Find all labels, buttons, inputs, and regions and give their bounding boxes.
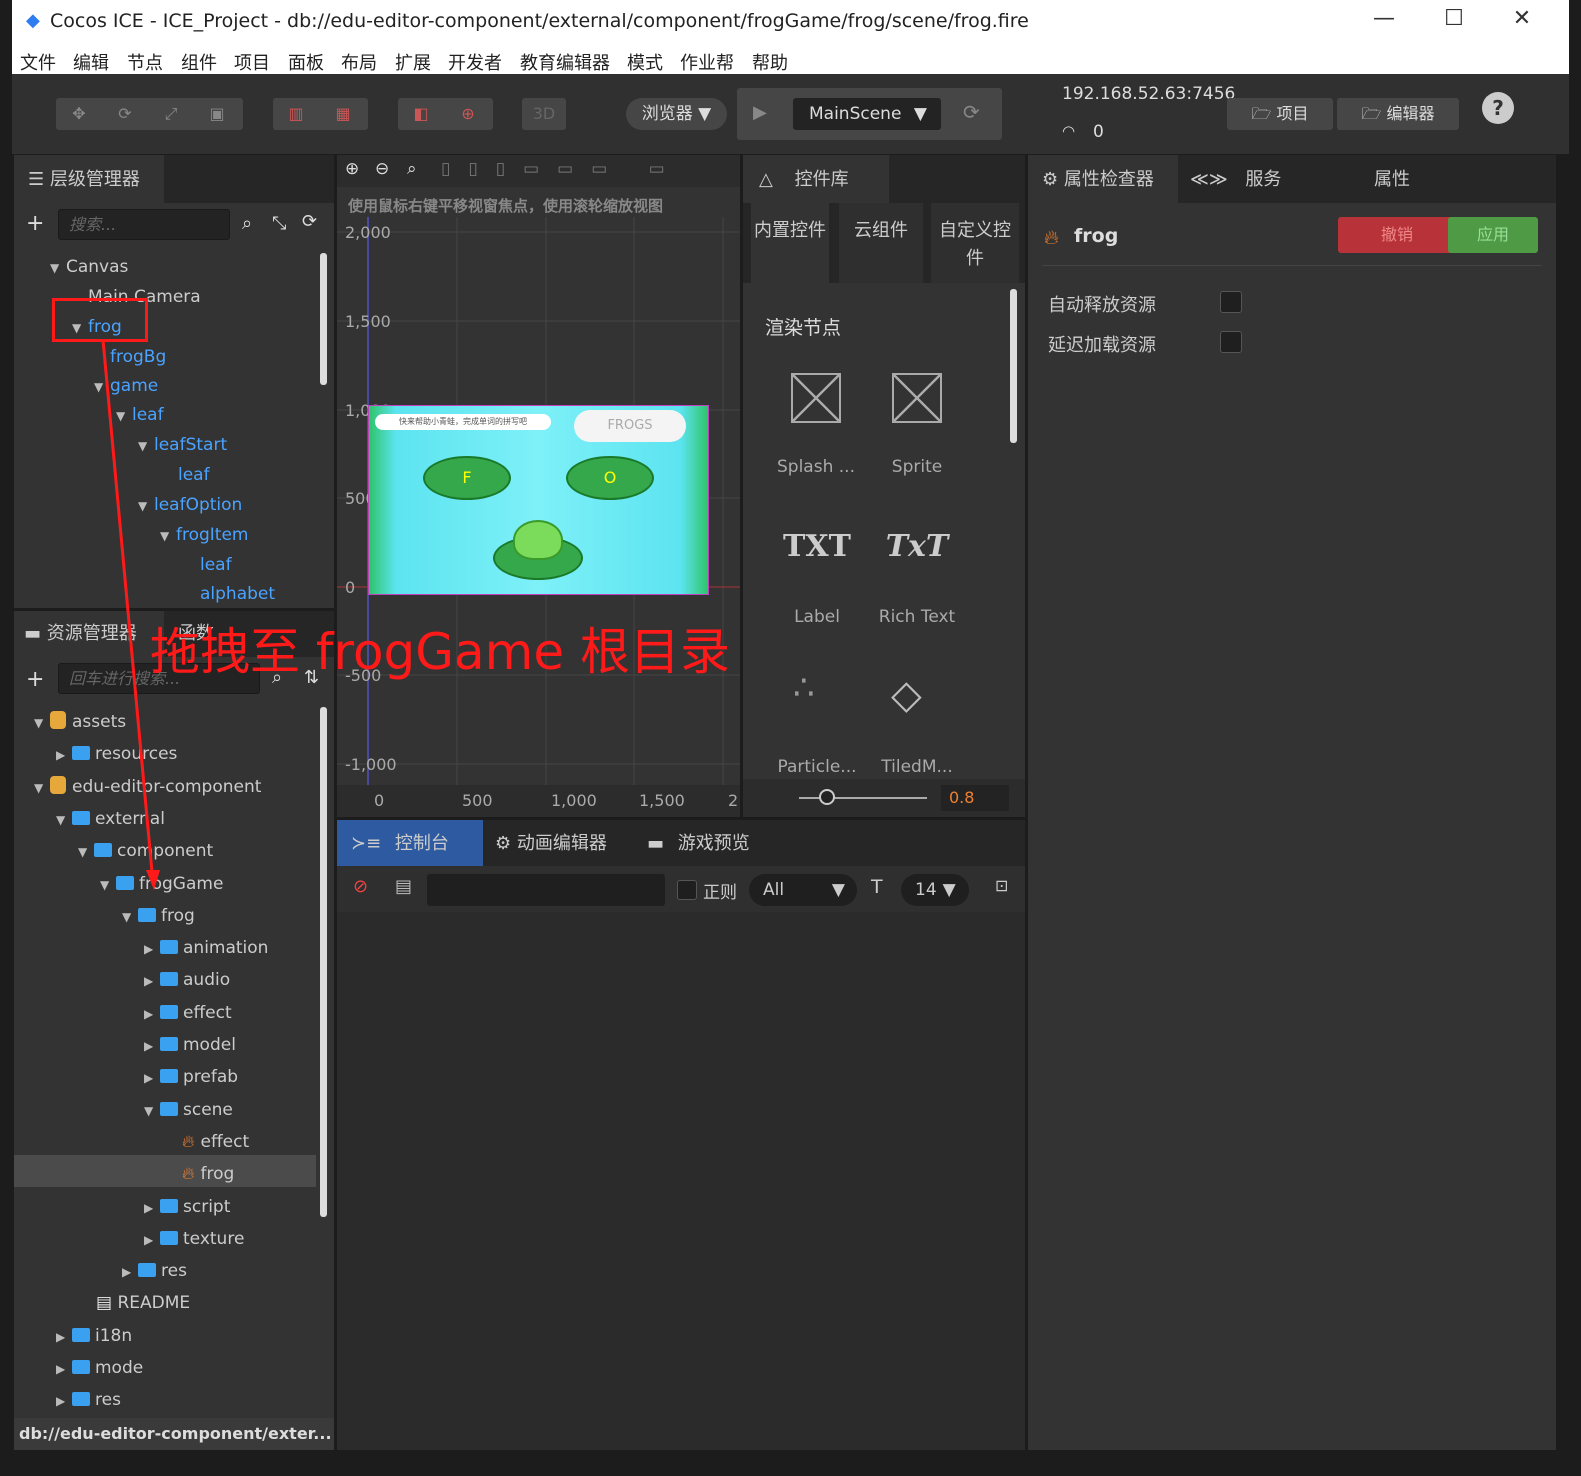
annotation-text: 拖拽至 frogGame 根目录: [150, 623, 731, 681]
drag-arrow: [101, 339, 160, 890]
